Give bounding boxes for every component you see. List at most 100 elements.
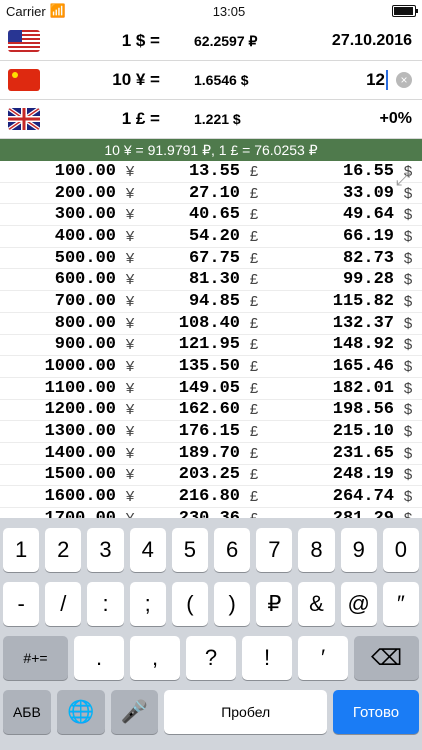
pound-symbol: £: [249, 488, 259, 506]
key-open-paren[interactable]: (: [171, 582, 209, 626]
dollar-amount: 215.10: [332, 422, 394, 442]
pound-amount: 40.65: [188, 205, 240, 225]
key-7[interactable]: 7: [256, 528, 293, 572]
pound-amount: 149.05: [178, 378, 240, 398]
yuan-symbol: ¥: [125, 358, 135, 376]
table-row[interactable]: 1100.00 ¥149.05 £182.01 $: [0, 378, 422, 400]
table-row[interactable]: 500.00 ¥67.75 £82.73 $: [0, 248, 422, 270]
conversion-table[interactable]: ⤢ 100.00 ¥13.55 £16.55 $200.00 ¥27.10 £33.09 $…: [0, 161, 422, 545]
expand-icon[interactable]: ⤢: [396, 169, 418, 191]
amount-input-value: 12: [366, 69, 385, 89]
symbols-toggle-button[interactable]: #+=: [3, 636, 68, 680]
dollar-symbol: $: [403, 423, 413, 441]
amount-input[interactable]: 12: [366, 70, 388, 91]
key-ampersand[interactable]: &: [298, 582, 335, 626]
layout-switch-button[interactable]: АБВ: [3, 690, 51, 734]
pound-symbol: £: [249, 184, 259, 202]
clock: 13:05: [212, 3, 246, 19]
table-row[interactable]: 300.00 ¥40.65 £49.64 $: [0, 204, 422, 227]
done-button[interactable]: Готово: [332, 690, 420, 734]
pound-symbol: £: [249, 444, 259, 462]
backspace-icon[interactable]: ⌫: [354, 636, 419, 680]
pound-amount: 121.95: [178, 335, 240, 355]
wifi-icon: 📶: [49, 3, 66, 18]
pound-symbol: £: [249, 314, 259, 332]
rate-row-gbp[interactable]: 1 £ = 1.221 $ +0%: [0, 100, 422, 139]
pound-symbol: £: [249, 466, 259, 484]
dollar-amount: 165.46: [332, 357, 394, 377]
table-row[interactable]: 400.00 ¥54.20 £66.19 $: [0, 226, 422, 248]
dollar-amount: 198.56: [332, 400, 394, 420]
key-exclamation[interactable]: !: [242, 636, 292, 680]
table-row[interactable]: 1600.00 ¥216.80 £264.74 $: [0, 486, 422, 508]
date-value[interactable]: 27.10.2016: [332, 32, 412, 50]
text-caret: [386, 70, 388, 91]
dollar-amount: 248.19: [332, 465, 394, 485]
dollar-symbol: $: [403, 488, 413, 506]
key-1[interactable]: 1: [3, 528, 40, 572]
table-row[interactable]: 200.00 ¥27.10 £33.09 $: [0, 183, 422, 205]
table-row[interactable]: 700.00 ¥94.85 £115.82 $: [0, 291, 422, 313]
yuan-amount: 300.00: [54, 205, 116, 225]
yuan-symbol: ¥: [125, 227, 135, 245]
table-row[interactable]: 1000.00 ¥135.50 £165.46 $: [0, 356, 422, 378]
carrier-label: Carrier: [6, 3, 46, 19]
rate-row-usd[interactable]: 1 $ = 62.2597 ₽ 27.10.2016: [0, 22, 422, 61]
table-row[interactable]: 900.00 ¥121.95 £148.92 $: [0, 335, 422, 357]
uk-flag-icon: [8, 108, 40, 130]
key-6[interactable]: 6: [214, 528, 251, 572]
key-slash[interactable]: /: [45, 582, 82, 626]
key-4[interactable]: 4: [129, 528, 166, 572]
key-0[interactable]: 0: [382, 528, 420, 572]
yuan-symbol: ¥: [125, 249, 135, 267]
key-3[interactable]: 3: [87, 528, 124, 572]
dollar-amount: 49.64: [342, 205, 394, 225]
table-row[interactable]: 100.00 ¥13.55 £16.55 $: [0, 161, 422, 183]
yuan-amount: 400.00: [54, 226, 116, 246]
table-row[interactable]: 1200.00 ¥162.60 £198.56 $: [0, 400, 422, 422]
yuan-symbol: ¥: [125, 336, 135, 354]
yuan-symbol: ¥: [125, 423, 135, 441]
table-row[interactable]: 1500.00 ¥203.25 £248.19 $: [0, 465, 422, 487]
key-at[interactable]: @: [340, 582, 377, 626]
clear-input-icon[interactable]: ×: [396, 72, 412, 88]
key-apostrophe[interactable]: ′: [298, 636, 348, 680]
table-row[interactable]: 1400.00 ¥189.70 £231.65 $: [0, 443, 422, 465]
dollar-symbol: $: [403, 336, 413, 354]
key-period[interactable]: .: [74, 636, 124, 680]
pound-amount: 27.10: [188, 183, 240, 203]
china-flag-icon: [8, 69, 40, 91]
rate-value: 1.221 $: [194, 111, 241, 127]
key-question[interactable]: ?: [186, 636, 236, 680]
microphone-icon[interactable]: 🎤: [110, 690, 159, 734]
space-bar[interactable]: Пробел: [164, 690, 327, 734]
yuan-amount: 100.00: [54, 161, 116, 181]
key-2[interactable]: 2: [45, 528, 82, 572]
change-value[interactable]: +0%: [380, 110, 412, 128]
yuan-amount: 1500.00: [44, 465, 116, 485]
rate-label: 1 $ =: [121, 31, 160, 50]
key-comma[interactable]: ,: [130, 636, 180, 680]
battery-icon: [392, 5, 418, 17]
table-row[interactable]: 800.00 ¥108.40 £132.37 $: [0, 313, 422, 335]
key-hyphen[interactable]: -: [3, 582, 40, 626]
yuan-symbol: ¥: [125, 162, 135, 180]
globe-icon[interactable]: 🌐: [56, 690, 105, 734]
key-colon[interactable]: :: [87, 582, 124, 626]
dollar-symbol: $: [403, 292, 413, 310]
table-row[interactable]: 1300.00 ¥176.15 £215.10 $: [0, 421, 422, 443]
dollar-symbol: $: [403, 466, 413, 484]
key-semicolon[interactable]: ;: [129, 582, 166, 626]
rate-row-cny[interactable]: 10 ¥ = 1.6546 $ 12 ×: [0, 61, 422, 100]
key-9[interactable]: 9: [340, 528, 377, 572]
key-quote[interactable]: ″: [382, 582, 420, 626]
key-close-paren[interactable]: ): [214, 582, 251, 626]
dollar-symbol: $: [403, 314, 413, 332]
dollar-amount: 16.55: [342, 161, 394, 181]
pound-symbol: £: [249, 206, 259, 224]
table-row[interactable]: 600.00 ¥81.30 £99.28 $: [0, 269, 422, 292]
key-8[interactable]: 8: [298, 528, 335, 572]
key-ruble[interactable]: ₽: [256, 582, 293, 626]
key-5[interactable]: 5: [171, 528, 209, 572]
dollar-symbol: $: [403, 249, 413, 267]
